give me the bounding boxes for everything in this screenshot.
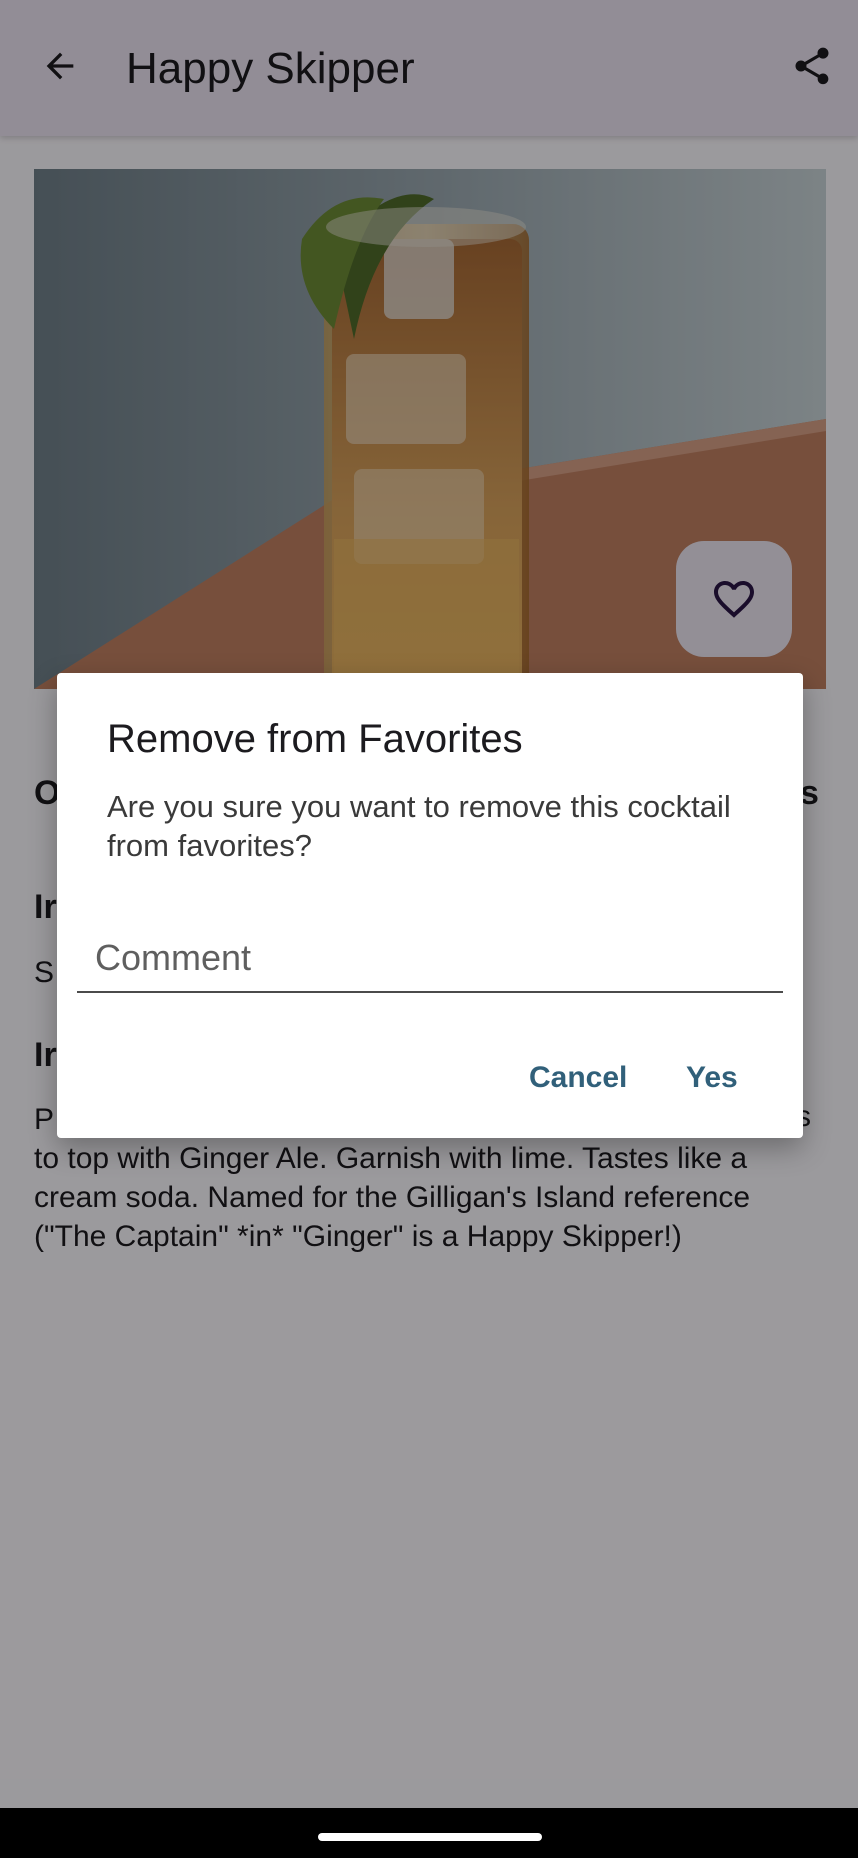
yes-button[interactable]: Yes (676, 1053, 748, 1103)
dialog-message: Are you sure you want to remove this coc… (107, 789, 731, 863)
comment-field[interactable] (77, 925, 783, 993)
cancel-button[interactable]: Cancel (519, 1053, 637, 1103)
remove-favorite-dialog: Remove from Favorites Are you sure you w… (57, 673, 803, 1138)
home-gesture-handle[interactable] (318, 1833, 542, 1841)
dialog-title: Remove from Favorites (107, 717, 523, 761)
